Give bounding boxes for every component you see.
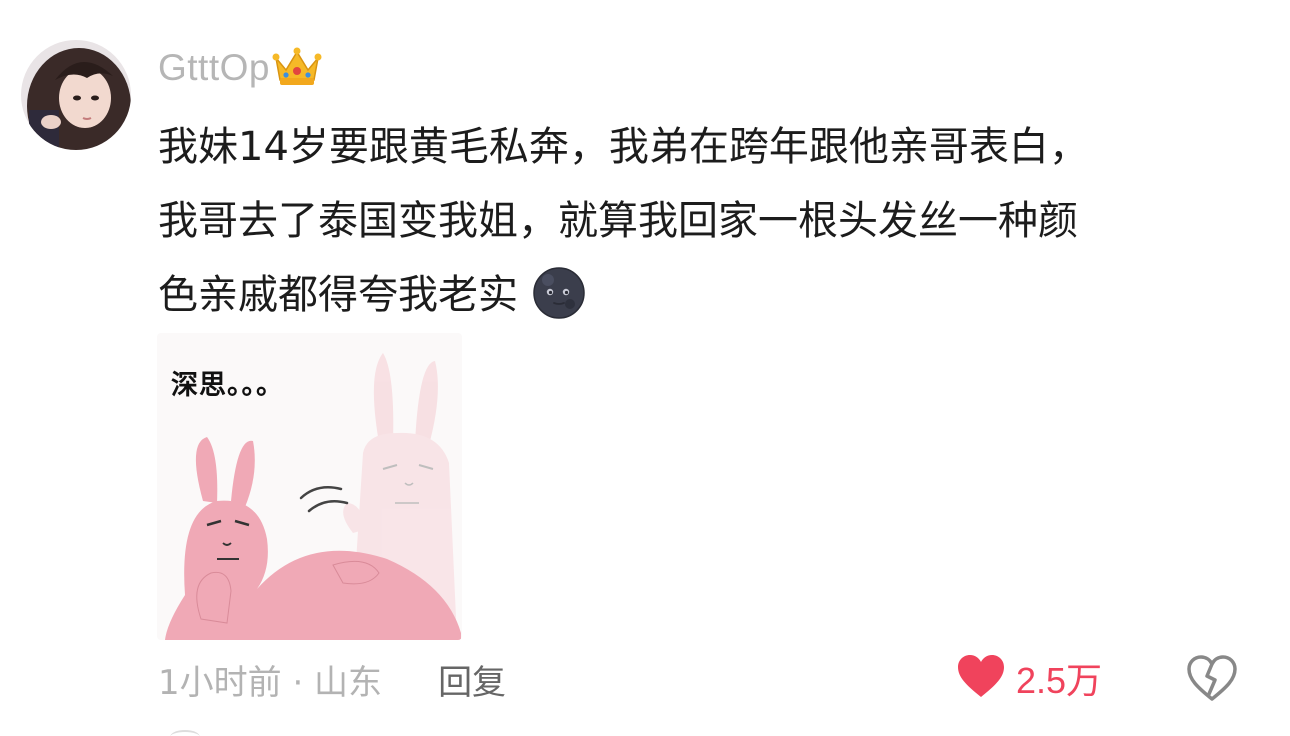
comment-item: GtttOp 我妹14岁要跟黄毛私奔，我弟在跨年跟他亲哥表白， 我哥去了泰国变我… (0, 0, 1290, 736)
comment-image[interactable]: 深思。。。 (157, 333, 462, 640)
reply-button[interactable]: 回复 (438, 655, 506, 704)
comment-line: 我妹14岁要跟黄毛私奔，我弟在跨年跟他亲哥表白， (158, 124, 1089, 170)
meme-caption: 深思。。。 (171, 370, 284, 401)
username-row: GtttOp (158, 44, 322, 92)
username[interactable]: GtttOp (158, 47, 270, 89)
next-comment-hint (170, 730, 200, 736)
new-moon-face-emoji (518, 267, 586, 319)
dislike-button[interactable] (1186, 654, 1238, 702)
crown-icon (270, 44, 322, 92)
comment-meta: 1小时前 · 山东 (158, 662, 383, 703)
like-count: 2.5万 (1016, 660, 1103, 701)
broken-heart-icon (1186, 655, 1238, 706)
avatar[interactable] (21, 40, 131, 150)
heart-icon (956, 653, 1006, 703)
comment-line-text: 色亲戚都得夸我老实 (158, 272, 518, 318)
comment-line-last: 色亲戚都得夸我老实 (158, 258, 1248, 332)
comment-text: 我妹14岁要跟黄毛私奔，我弟在跨年跟他亲哥表白， 我哥去了泰国变我姐，就算我回家… (158, 110, 1248, 332)
comment-footer: 1小时前 · 山东 回复 (158, 655, 506, 704)
like-button[interactable]: 2.5万 (956, 654, 1102, 702)
comment-line: 我哥去了泰国变我姐，就算我回家一根头发丝一种颜 (158, 198, 1078, 244)
